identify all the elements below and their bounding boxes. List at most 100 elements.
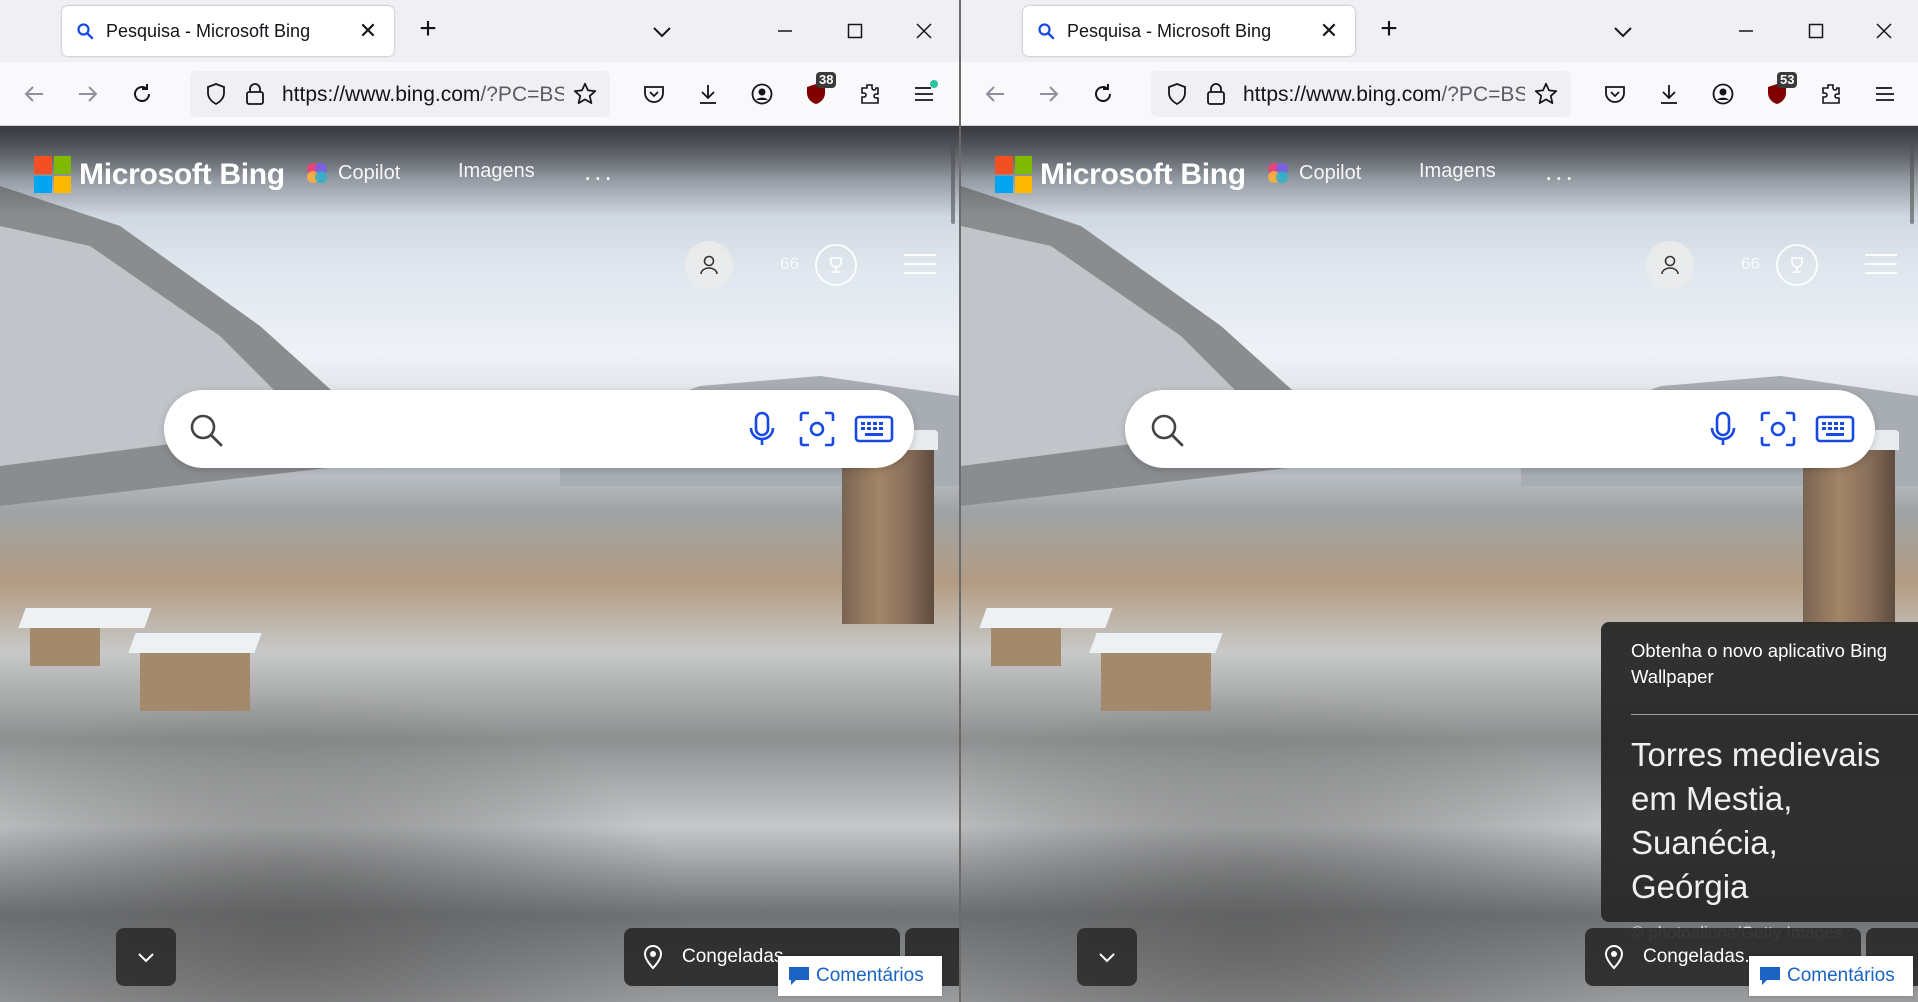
- close-icon[interactable]: [1869, 16, 1899, 46]
- forward-icon[interactable]: [1033, 78, 1065, 110]
- search-icon[interactable]: [188, 412, 224, 448]
- nav-copilot[interactable]: Copilot: [1265, 160, 1361, 186]
- feedback-button[interactable]: Comentários: [778, 956, 942, 996]
- pocket-icon[interactable]: [1599, 78, 1631, 110]
- image-info-card[interactable]: Obtenha o novo aplicativo Bing Wallpaper…: [1601, 622, 1918, 942]
- ublock-icon[interactable]: 38: [800, 72, 837, 110]
- back-icon[interactable]: [18, 78, 50, 110]
- more-menu[interactable]: ...: [1545, 156, 1576, 187]
- minimize-icon[interactable]: [1731, 16, 1761, 46]
- star-icon[interactable]: [572, 81, 598, 107]
- nav-copilot[interactable]: Copilot: [304, 160, 400, 186]
- nav-images-label: Imagens: [1419, 160, 1496, 182]
- bing-logo[interactable]: Microsoft Bing: [995, 156, 1246, 193]
- pocket-icon[interactable]: [638, 78, 670, 110]
- feedback-button[interactable]: Comentários: [1749, 956, 1913, 996]
- comment-icon: [1760, 967, 1780, 985]
- account-icon[interactable]: [746, 78, 778, 110]
- menu-icon[interactable]: [908, 78, 940, 110]
- visual-search-icon[interactable]: [798, 410, 836, 448]
- chevron-down-icon: [1099, 953, 1115, 963]
- microphone-icon[interactable]: [1705, 410, 1741, 448]
- minimize-icon[interactable]: [770, 16, 800, 46]
- plus-icon[interactable]: +: [412, 14, 444, 46]
- search-icon[interactable]: [1149, 412, 1185, 448]
- nav-images[interactable]: Imagens: [458, 160, 535, 183]
- shield-icon[interactable]: [204, 82, 228, 106]
- trophy-icon[interactable]: [1776, 244, 1818, 286]
- download-icon[interactable]: [1653, 78, 1685, 110]
- bing-homepage: Microsoft Bing Copilot Imagens ... 66 Ob…: [961, 126, 1918, 1002]
- close-icon[interactable]: ✕: [356, 20, 380, 42]
- copilot-icon: [1268, 163, 1288, 183]
- maximize-icon[interactable]: [840, 16, 870, 46]
- back-icon[interactable]: [979, 78, 1011, 110]
- scrollbar[interactable]: [951, 144, 955, 224]
- microsoft-logo-icon: [34, 156, 71, 193]
- house: [991, 626, 1061, 666]
- scroll-down-button[interactable]: [1077, 928, 1137, 986]
- user-icon[interactable]: [1646, 241, 1694, 289]
- url-host: https://www.bing.com: [282, 83, 481, 106]
- menu-icon[interactable]: [1869, 78, 1901, 110]
- microphone-icon[interactable]: [744, 410, 780, 448]
- tab-title: Pesquisa - Microsoft Bing: [1067, 20, 1272, 41]
- nav-copilot-label: Copilot: [338, 161, 401, 184]
- extensions-icon[interactable]: [1815, 78, 1847, 110]
- wallpaper-app-promo[interactable]: Obtenha o novo aplicativo Bing Wallpaper: [1631, 638, 1903, 690]
- keyboard-icon[interactable]: [854, 412, 894, 446]
- maximize-icon[interactable]: [1801, 16, 1831, 46]
- medieval-tower: [1799, 430, 1899, 624]
- hamburger-menu-icon[interactable]: [1865, 254, 1897, 276]
- reload-icon[interactable]: [126, 78, 158, 110]
- forward-icon[interactable]: [72, 78, 104, 110]
- account-icon[interactable]: [1707, 78, 1739, 110]
- star-icon[interactable]: [1533, 81, 1559, 107]
- rewards-points[interactable]: 66: [1741, 254, 1760, 274]
- lock-icon[interactable]: [1205, 82, 1227, 106]
- medieval-tower: [838, 430, 938, 624]
- chevron-down-icon[interactable]: [648, 18, 676, 46]
- reload-icon[interactable]: [1087, 78, 1119, 110]
- tab-title: Pesquisa - Microsoft Bing: [106, 20, 311, 41]
- url-bar[interactable]: https://www.bing.com/?PC=BS: [1151, 71, 1571, 117]
- user-icon[interactable]: [685, 241, 733, 289]
- background-mountains: [961, 186, 1918, 506]
- ublock-icon[interactable]: 53: [1761, 72, 1798, 110]
- logo-text: Microsoft Bing: [79, 157, 285, 191]
- shield-icon[interactable]: [1165, 82, 1189, 106]
- more-menu[interactable]: ...: [584, 156, 615, 187]
- search-input[interactable]: [1125, 390, 1875, 468]
- scrollbar[interactable]: [1910, 144, 1914, 224]
- tab-bing-search[interactable]: Pesquisa - Microsoft Bing ✕: [1023, 6, 1355, 56]
- plus-icon[interactable]: +: [1373, 14, 1405, 46]
- scroll-down-button[interactable]: [116, 928, 176, 986]
- visual-search-icon[interactable]: [1759, 410, 1797, 448]
- hamburger-menu-icon[interactable]: [904, 254, 936, 276]
- card-divider: [1631, 714, 1918, 715]
- keyboard-icon[interactable]: [1815, 412, 1855, 446]
- copilot-icon: [307, 163, 327, 183]
- url-text[interactable]: https://www.bing.com/?PC=BS: [1243, 83, 1525, 107]
- background-mountains: [0, 186, 959, 506]
- browser-window-right: Pesquisa - Microsoft Bing ✕ + https://ww…: [961, 0, 1918, 1002]
- lock-icon[interactable]: [244, 82, 266, 106]
- update-dot: [930, 80, 938, 88]
- tab-bing-search[interactable]: Pesquisa - Microsoft Bing ✕: [62, 6, 394, 56]
- bing-logo[interactable]: Microsoft Bing: [34, 156, 285, 193]
- trophy-icon[interactable]: [815, 244, 857, 286]
- download-icon[interactable]: [692, 78, 724, 110]
- rewards-points[interactable]: 66: [780, 254, 799, 274]
- close-icon[interactable]: [909, 16, 939, 46]
- image-title[interactable]: Torres medievais em Mestia, Suanécia, Ge…: [1631, 733, 1903, 909]
- location-pin-icon: [1604, 944, 1624, 970]
- url-host: https://www.bing.com: [1243, 83, 1442, 106]
- url-text[interactable]: https://www.bing.com/?PC=BS: [282, 83, 564, 107]
- extensions-icon[interactable]: [854, 78, 886, 110]
- browser-window-left: Pesquisa - Microsoft Bing ✕ + https://ww…: [0, 0, 959, 1002]
- nav-images[interactable]: Imagens: [1419, 160, 1496, 183]
- url-bar[interactable]: https://www.bing.com/?PC=BS: [190, 71, 610, 117]
- close-icon[interactable]: ✕: [1317, 20, 1341, 42]
- chevron-down-icon[interactable]: [1609, 18, 1637, 46]
- search-input[interactable]: [164, 390, 914, 468]
